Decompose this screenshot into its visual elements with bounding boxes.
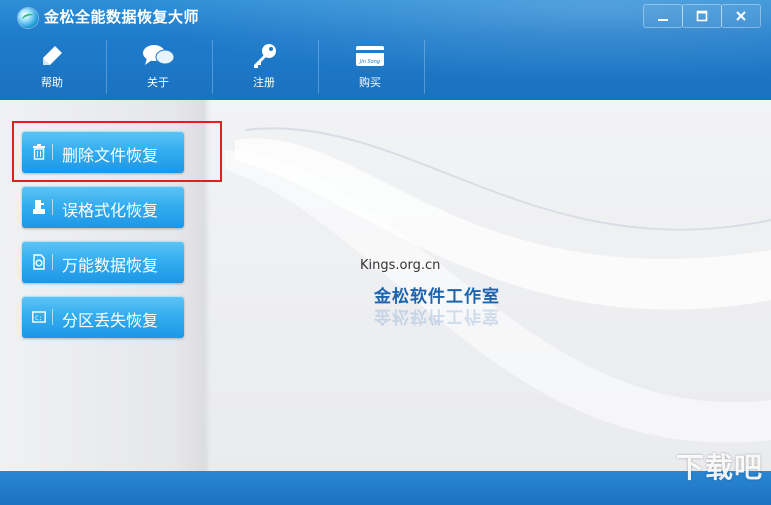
header: 金松全能数据恢复大师 帮助 关于 注册 Jin Song 购买 xyxy=(0,0,771,100)
button-divider xyxy=(52,199,53,215)
toolbar-register-button[interactable]: 注册 xyxy=(212,34,316,100)
window-title: 金松全能数据恢复大师 xyxy=(44,8,200,26)
close-button[interactable] xyxy=(721,4,761,28)
maximize-button[interactable] xyxy=(682,4,722,28)
maximize-icon xyxy=(696,10,708,22)
key-icon xyxy=(247,42,281,70)
disk-search-icon xyxy=(33,254,45,270)
watermark-text: 下载吧 xyxy=(675,451,763,484)
main-area: 删除文件恢复 误格式化恢复 万能数据恢复 C: 分区丢失恢复 Kings.org… xyxy=(0,100,771,471)
card-icon-text: Jin Song xyxy=(359,59,380,65)
partition-recovery-button[interactable]: C: 分区丢失恢复 xyxy=(22,296,184,338)
site-url-text: Kings.org.cn xyxy=(360,258,441,273)
toolbar-register-label: 注册 xyxy=(253,76,275,89)
format-recovery-label: 误格式化恢复 xyxy=(62,201,159,220)
studio-name-reflection: 金松软件工作室 xyxy=(374,306,500,326)
svg-text:C:: C: xyxy=(35,315,42,322)
partition-recovery-label: 分区丢失恢复 xyxy=(62,311,159,330)
selection-highlight-box xyxy=(12,121,222,182)
toolbar-buy-label: 购买 xyxy=(359,76,381,89)
studio-name-text: 金松软件工作室 xyxy=(374,287,500,307)
button-divider xyxy=(52,254,53,270)
window-controls xyxy=(643,4,761,28)
toolbar-divider xyxy=(424,40,425,94)
toolbar-about-button[interactable]: 关于 xyxy=(106,34,210,100)
toolbar: 帮助 关于 注册 Jin Song 购买 xyxy=(0,34,771,100)
universal-data-recovery-label: 万能数据恢复 xyxy=(62,256,159,275)
title-bar[interactable]: 金松全能数据恢复大师 xyxy=(0,0,771,34)
side-panel: 删除文件恢复 误格式化恢复 万能数据恢复 C: 分区丢失恢复 xyxy=(0,100,222,471)
toolbar-help-label: 帮助 xyxy=(41,76,63,89)
card-icon: Jin Song xyxy=(353,42,387,70)
toolbar-help-button[interactable]: 帮助 xyxy=(0,34,104,100)
chat-bubble-icon xyxy=(141,42,175,70)
format-icon xyxy=(33,200,45,214)
app-logo-icon xyxy=(18,8,38,28)
universal-data-recovery-button[interactable]: 万能数据恢复 xyxy=(22,241,184,283)
toolbar-about-label: 关于 xyxy=(147,76,169,89)
minimize-button[interactable] xyxy=(643,4,683,28)
minimize-icon xyxy=(658,19,668,21)
pencil-icon xyxy=(35,42,69,70)
button-divider xyxy=(52,309,53,325)
status-bar xyxy=(0,471,771,505)
toolbar-buy-button[interactable]: Jin Song 购买 xyxy=(318,34,422,100)
format-recovery-button[interactable]: 误格式化恢复 xyxy=(22,186,184,228)
close-icon xyxy=(736,11,746,21)
partition-icon: C: xyxy=(32,311,46,323)
app-window: 金松全能数据恢复大师 帮助 关于 注册 Jin Song 购买 删除文件恢复 误… xyxy=(0,0,771,505)
